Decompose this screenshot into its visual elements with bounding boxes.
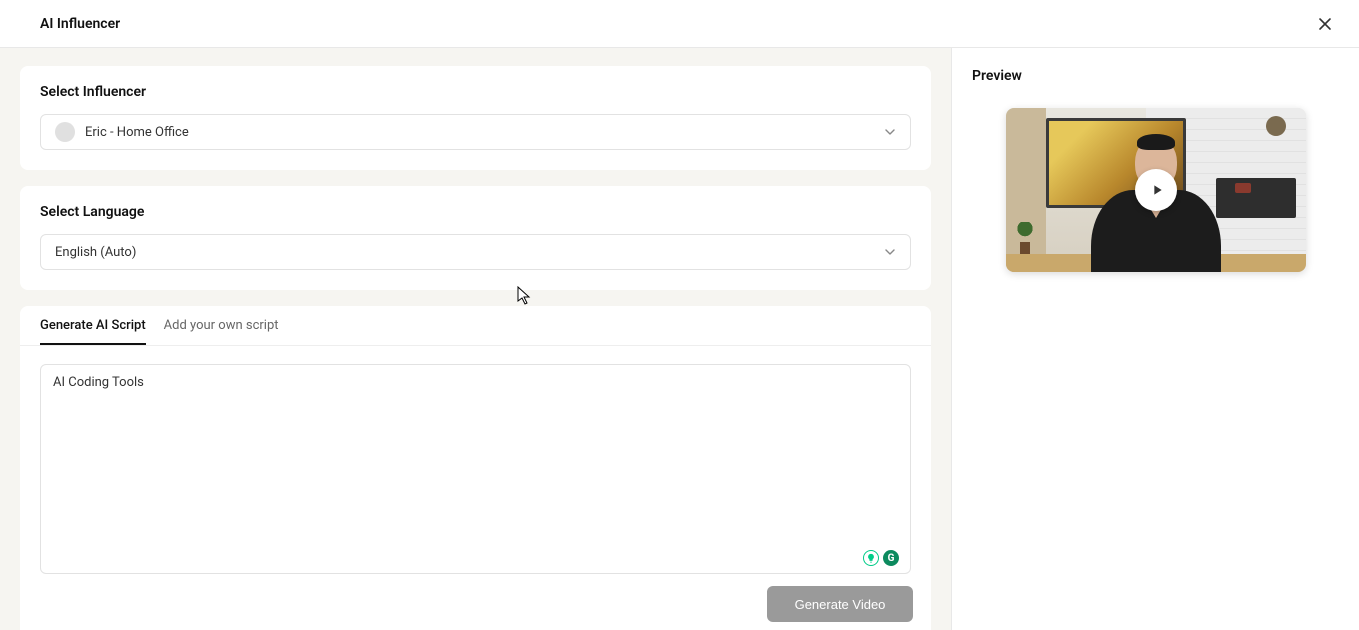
preview-title: Preview	[972, 68, 1339, 84]
script-tabs: Generate AI Script Add your own script	[20, 306, 931, 346]
preview-pane: Preview	[952, 48, 1359, 630]
chevron-down-icon	[884, 123, 896, 142]
textarea-badges: G	[863, 550, 899, 566]
language-card: Select Language English (Auto)	[20, 186, 931, 290]
suggestion-bulb-icon[interactable]	[863, 550, 879, 566]
influencer-label: Select Influencer	[40, 84, 911, 100]
config-pane: Select Influencer Eric - Home Office Sel…	[0, 48, 952, 630]
tab-add-own-script[interactable]: Add your own script	[164, 318, 279, 345]
tab-generate-ai-script[interactable]: Generate AI Script	[40, 318, 146, 345]
generate-video-button[interactable]: Generate Video	[767, 586, 913, 622]
play-button[interactable]	[1135, 169, 1177, 211]
script-textarea[interactable]	[40, 364, 911, 574]
close-button[interactable]	[1311, 10, 1339, 38]
chevron-down-icon	[884, 243, 896, 262]
influencer-select[interactable]: Eric - Home Office	[40, 114, 911, 150]
play-icon	[1149, 182, 1165, 198]
script-card: Generate AI Script Add your own script G	[20, 306, 931, 630]
preview-video-thumbnail[interactable]	[1006, 108, 1306, 272]
avatar-icon	[55, 122, 75, 142]
language-select[interactable]: English (Auto)	[40, 234, 911, 270]
language-label: Select Language	[40, 204, 911, 220]
grammarly-icon[interactable]: G	[883, 550, 899, 566]
language-selected-value: English (Auto)	[55, 245, 136, 260]
influencer-selected-value: Eric - Home Office	[85, 125, 189, 140]
close-icon	[1318, 17, 1332, 31]
influencer-card: Select Influencer Eric - Home Office	[20, 66, 931, 170]
page-title: AI Influencer	[40, 16, 120, 32]
